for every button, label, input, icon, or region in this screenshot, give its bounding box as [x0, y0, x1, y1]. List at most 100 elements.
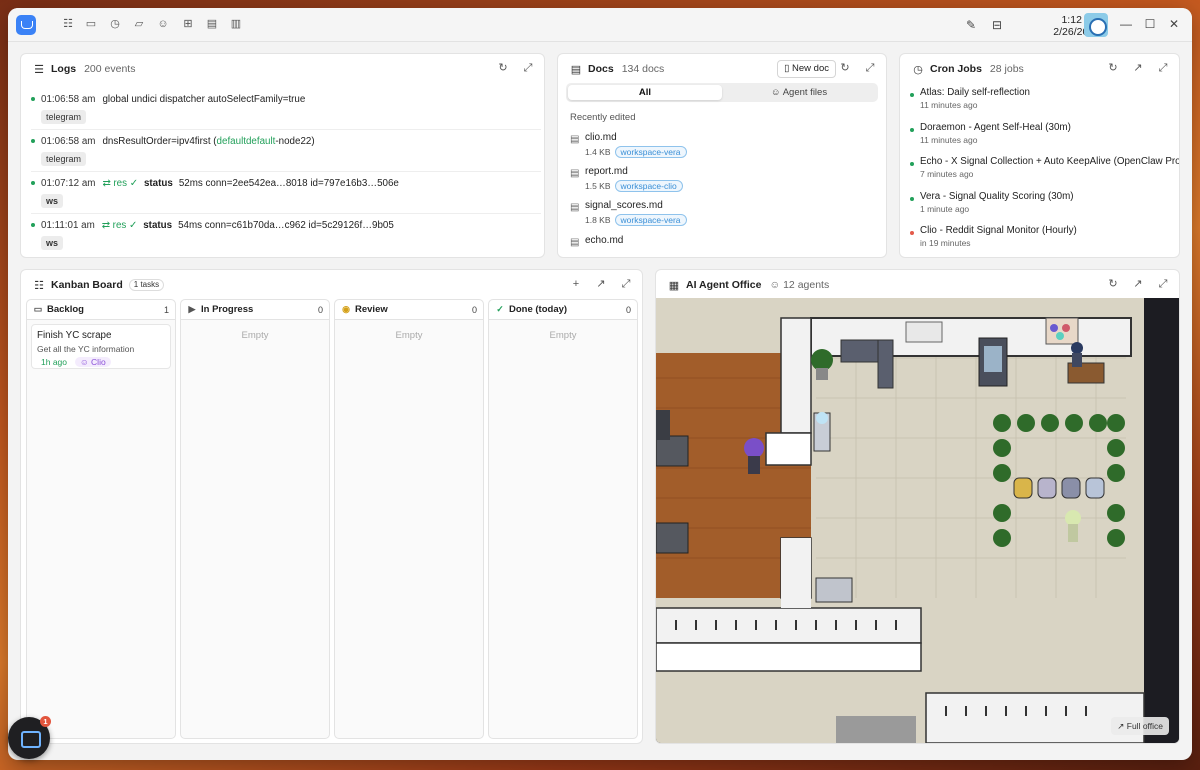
doc-name: report.md — [585, 166, 628, 177]
column-count: 0 — [625, 304, 631, 315]
expand-icon[interactable]: ⤢ — [864, 62, 876, 74]
log-res: ⇄ res ✓ — [101, 219, 138, 231]
tasks-icon[interactable]: ☷ — [62, 18, 74, 30]
office-map[interactable]: ↗ Full office — [656, 298, 1179, 743]
top-bar: ☷ ▭ ◷ ▱ ☺ ⊞ ▤ ▥ ✎ ⊟ 1:12 AM 2/26/2026 — … — [8, 8, 1192, 42]
log-message-pre: dnsResultOrder=ipv4first ( — [102, 135, 217, 147]
external-link-icon[interactable]: ↗ — [1132, 278, 1144, 290]
new-doc-button[interactable]: ▯ New doc — [777, 60, 836, 78]
document-icon[interactable]: ▤ — [206, 18, 218, 30]
logs-title: Logs — [51, 63, 77, 75]
doc-item[interactable]: ▤ report.md 1.5 KB workspace-clio — [570, 166, 870, 194]
grid-icon[interactable]: ⊞ — [182, 18, 194, 30]
task-agent-name: Clio — [91, 357, 106, 367]
column-count: 0 — [317, 304, 323, 315]
log-status: status — [143, 177, 173, 189]
doc-item[interactable]: ▤ clio.md 1.4 KB workspace-vera — [570, 132, 870, 160]
office-title: AI Agent Office — [686, 279, 762, 291]
maximize-icon[interactable]: ☐ — [1144, 18, 1156, 30]
refresh-icon[interactable]: ↻ — [1107, 62, 1119, 74]
cron-item[interactable]: Echo - X Signal Collection + Auto KeepAl… — [910, 156, 1179, 182]
clock-icon[interactable]: ◷ — [109, 18, 121, 30]
kanban-icon: ☷ — [34, 279, 44, 292]
check-circle-icon: ✓ — [496, 304, 504, 314]
doc-size: 1.8 KB — [585, 215, 611, 225]
cron-time: 1 minute ago — [920, 204, 970, 214]
log-time: 01:11:01 am — [41, 219, 95, 231]
folder-icon[interactable]: ▭ — [85, 18, 97, 30]
expand-icon[interactable]: ⤢ — [1157, 278, 1169, 290]
building-icon: ▦ — [668, 279, 680, 292]
refresh-icon[interactable]: ↻ — [1107, 278, 1119, 290]
log-entry: 01:11:01 am ⇄ res ✓ status 54ms conn=c61… — [31, 218, 541, 256]
agent-office-panel: ▦ AI Agent Office ☺ 12 agents ↻ ↗ ⤢ ↗ Fu… — [655, 269, 1180, 744]
cron-title: Cron Jobs — [930, 63, 982, 75]
cron-name: Vera - Signal Quality Scoring (30m) — [920, 191, 1074, 202]
full-office-label: Full office — [1126, 721, 1163, 731]
cron-time: 11 minutes ago — [920, 135, 978, 145]
full-office-button[interactable]: ↗ Full office — [1111, 717, 1169, 735]
layout-icon[interactable]: ⊟ — [990, 18, 1004, 32]
log-message: 52ms conn=2ee542ea…8018 id=797e16b3…506e — [178, 177, 399, 189]
kanban-header: ☷ Kanban Board 1 tasks + ↗ ⤢ — [21, 270, 642, 300]
expand-icon[interactable]: ⤢ — [522, 62, 534, 74]
office-agents-text: 12 agents — [783, 279, 830, 291]
tab-all[interactable]: All — [568, 85, 722, 100]
log-tag: telegram — [41, 152, 87, 166]
doc-name: signal_scores.md — [585, 200, 663, 211]
cron-name: Clio - Reddit Signal Monitor (Hourly) — [920, 225, 1077, 236]
column-count: 1 — [163, 304, 169, 315]
logs-count: 200 events — [84, 63, 136, 75]
tab-agent-files-label: Agent files — [782, 87, 828, 98]
log-tag: telegram — [41, 110, 87, 124]
cron-item[interactable]: Doraemon - Agent Self-Heal (30m) 11 minu… — [910, 122, 1179, 148]
file-icon: ▤ — [570, 237, 580, 248]
expand-icon[interactable]: ⤢ — [1157, 62, 1169, 74]
close-icon[interactable]: ✕ — [1168, 18, 1180, 30]
play-icon: ▶ — [188, 304, 196, 314]
minimize-icon[interactable]: — — [1120, 18, 1132, 30]
external-link-icon[interactable]: ↗ — [595, 278, 607, 290]
agent-icon[interactable]: ☺ — [157, 18, 169, 30]
pin-icon[interactable]: ✎ — [964, 18, 978, 32]
folder-open-icon[interactable]: ▱ — [133, 18, 145, 30]
log-message: global undici dispatcher autoSelectFamil… — [102, 93, 306, 105]
log-time: 01:07:12 am — [41, 177, 96, 189]
add-icon[interactable]: + — [570, 278, 582, 290]
refresh-icon[interactable]: ↻ — [497, 62, 509, 74]
logs-panel: ☰ Logs 200 events ↻ ⤢ 01:06:58 am global… — [20, 53, 545, 258]
office-agents-count: ☺ 12 agents — [769, 279, 829, 291]
workspace-tag: workspace-vera — [614, 214, 687, 226]
cron-item[interactable]: Vera - Signal Quality Scoring (30m) 1 mi… — [910, 191, 1179, 217]
cron-header: ◷ Cron Jobs 28 jobs ↻ ↗ ⤢ — [900, 54, 1179, 84]
status-dot — [31, 223, 35, 227]
log-message-post: -node22) — [275, 135, 315, 147]
app-logo-button[interactable] — [16, 15, 36, 35]
cron-item[interactable]: Atlas: Daily self-reflection 11 minutes … — [910, 87, 1179, 113]
refresh-icon[interactable]: ↻ — [839, 62, 851, 74]
status-dot — [31, 97, 35, 101]
chart-icon[interactable]: ▥ — [230, 18, 242, 30]
status-dot — [910, 93, 914, 97]
expand-icon[interactable]: ⤢ — [620, 278, 632, 290]
docs-count: 134 docs — [621, 63, 665, 75]
doc-item[interactable]: ▤ echo.md — [570, 235, 870, 257]
kanban-column-backlog: ▭ Backlog 1 Finish YC scrape Get all the… — [26, 299, 176, 739]
log-tag: ws — [41, 194, 64, 208]
task-card[interactable]: Finish YC scrape Get all the YC informat… — [31, 324, 171, 369]
doc-item[interactable]: ▤ signal_scores.md 1.8 KB workspace-vera — [570, 200, 870, 228]
notification-badge: 1 — [40, 716, 51, 727]
task-desc: Get all the YC information — [37, 344, 135, 354]
external-link-icon[interactable]: ↗ — [1132, 62, 1144, 74]
user-avatar[interactable] — [1084, 13, 1108, 37]
file-icon: ▤ — [570, 202, 580, 213]
new-doc-icon: ▯ — [784, 63, 790, 74]
tab-agent-files[interactable]: ☺ Agent files — [722, 85, 876, 100]
status-dot — [910, 128, 914, 132]
cron-time: in 19 minutes — [920, 238, 971, 248]
log-message-highlight: defaultdefault — [216, 135, 276, 147]
cron-time: 7 minutes ago — [920, 169, 974, 179]
agent-icon: ☺ — [80, 357, 92, 367]
cron-item[interactable]: Clio - Reddit Signal Monitor (Hourly) in… — [910, 225, 1179, 251]
cron-count: 28 jobs — [989, 63, 1024, 75]
